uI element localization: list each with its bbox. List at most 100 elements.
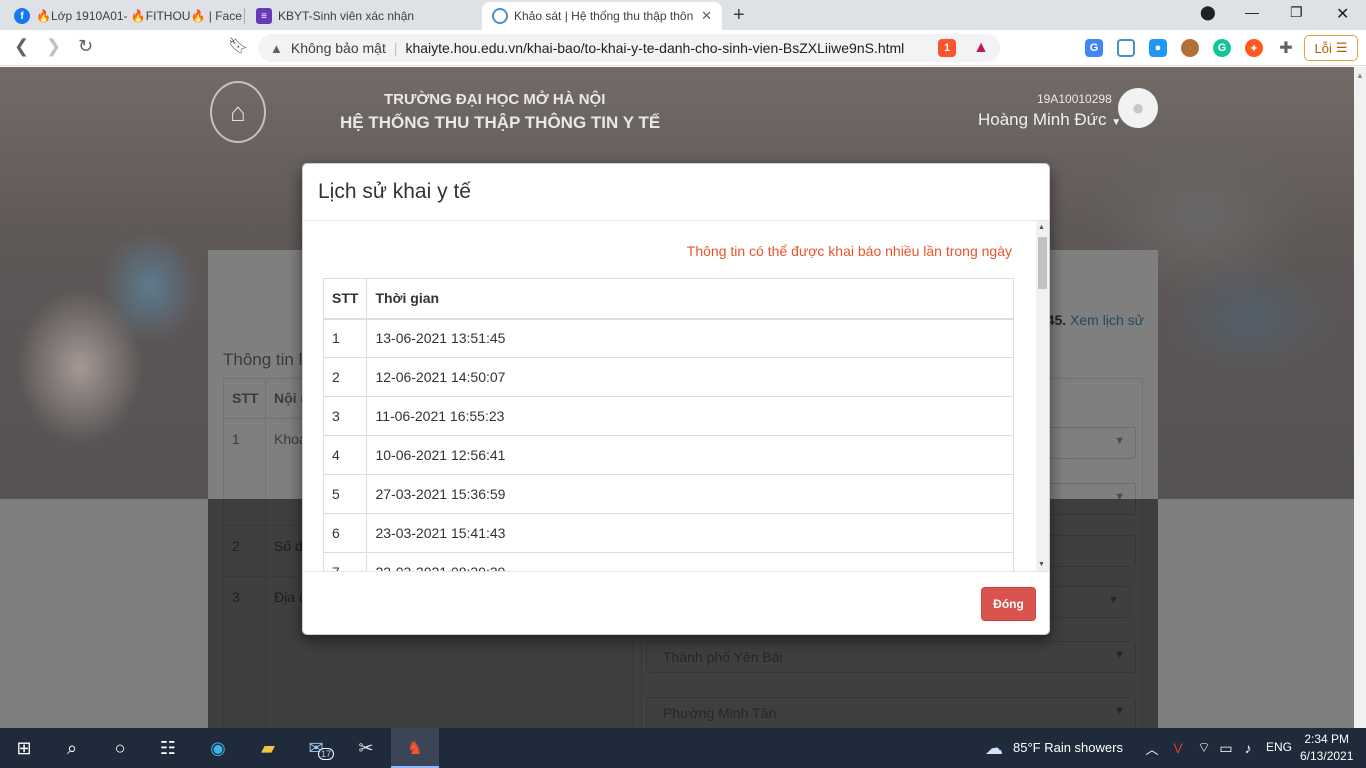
row-time: 11-06-2021 16:55:23 [366,396,1014,436]
brave-icon[interactable]: ♞ [403,736,427,760]
volume-icon[interactable]: ♪ [1236,736,1260,760]
tab-search-icon[interactable]: ⬤ [1200,4,1216,21]
error-button[interactable]: Lỗi ☰ [1304,35,1358,61]
tab-title: Khảo sát | Hệ thống thu thập thôn [514,9,694,23]
mail-icon[interactable]: ✉ 17 [304,736,335,760]
snip-icon[interactable]: ✂ [354,736,378,760]
clock[interactable]: 2:34 PM 6/13/2021 [1300,731,1353,765]
notice-text: Thông tin có thể được khai báo nhiều lần… [686,243,1012,259]
close-tab-icon[interactable]: ✕ [693,8,712,24]
site-title-university: TRƯỜNG ĐẠI HỌC MỞ HÀ NỘI [384,91,606,108]
row-stt: 2 [322,357,368,397]
windows-start-icon[interactable]: ⊞ [12,736,36,760]
scrollbar-thumb[interactable] [1038,237,1047,289]
row-time: 23-03-2021 15:41:43 [366,513,1014,553]
browser-toolbar: ❮ ❯ ↻ 🔖︎ ▲ Không bảo mật | khaiyte.hou.e… [0,30,1366,66]
tab-khao-sat[interactable]: Khảo sát | Hệ thống thu thập thôn ✕ [482,2,722,30]
back-icon[interactable]: ❮ [14,36,29,57]
restore-icon[interactable]: ❐ [1290,4,1303,21]
divider: | [393,40,398,56]
browser-tab-strip: f 🔥Lớp 1910A01- 🔥FITHOU🔥 | Facebo ≡ KBYT… [0,0,1366,30]
user-id: 19A10010298 [1037,92,1112,106]
reload-icon[interactable]: ↻ [78,36,93,57]
table-row: 3 11-06-2021 16:55:23 [322,396,1014,436]
modal-body[interactable]: Thông tin có thể được khai báo nhiều lần… [303,221,1049,571]
site-title-system: HỆ THỐNG THU THẬP THÔNG TIN Y TẾ [340,113,661,132]
weather-icon[interactable]: ☁ [982,736,1006,760]
header-stt: STT [322,278,368,320]
weather-text[interactable]: 85°F Rain showers [1013,740,1123,755]
forward-icon[interactable]: ❯ [46,36,61,57]
wifi-icon[interactable]: ⌔ [1192,736,1216,760]
table-row: 5 27-03-2021 15:36:59 [322,474,1014,514]
user-name: Hoàng Minh Đức [978,110,1107,129]
table-row: 6 23-03-2021 15:41:43 [322,513,1014,553]
url-text: khaiyte.hou.edu.vn/khai-bao/to-khai-y-te… [405,40,905,56]
grammarly-icon[interactable]: G [1213,39,1231,57]
brave-shield-icon[interactable]: 1 [938,39,956,57]
row-stt: 3 [322,396,368,436]
close-window-icon[interactable]: ✕ [1336,4,1349,24]
row-time: 27-03-2021 15:36:59 [366,474,1014,514]
cookie-icon[interactable] [1181,39,1199,57]
row-time: 10-06-2021 12:56:41 [366,435,1014,475]
hou-icon [492,8,508,24]
fire-icon[interactable]: ✦ [1245,39,1263,57]
tab-title: KBYT-Sinh viên xác nhận [278,9,415,23]
puzzle-icon[interactable]: ✚ [1277,39,1295,57]
table-header-row: STT Thời gian [322,278,1014,320]
header-time: Thời gian [366,278,1014,320]
search-icon[interactable]: ⌕ [60,736,84,760]
user-menu[interactable]: Hoàng Minh Đức ▼ [978,110,1121,130]
translate-icon[interactable]: G [1085,39,1103,57]
row-stt: 4 [322,435,368,475]
task-view-icon[interactable]: ☷ [156,736,180,760]
tab-forms[interactable]: ≡ KBYT-Sinh viên xác nhận [246,2,478,30]
new-tab-button[interactable]: + [733,4,745,27]
modal-title: Lịch sử khai y tế [318,180,471,203]
battery-icon[interactable]: ▭ [1214,736,1238,760]
warning-icon: ▲ [270,40,283,56]
modal-header: Lịch sử khai y tế [303,164,1049,221]
minimize-icon[interactable]: — [1245,4,1259,20]
tab-title: 🔥Lớp 1910A01- 🔥FITHOU🔥 | Facebo [36,9,242,23]
table-row: 722-03-2021 08:39:39 [322,552,1014,571]
table-row: 4 10-06-2021 12:56:41 [322,435,1014,475]
language-indicator[interactable]: ENG [1266,740,1292,754]
bookmark-icon[interactable]: 🔖︎ [228,36,248,56]
close-button[interactable]: Đóng [981,587,1036,621]
row-stt: 7 [322,552,368,571]
menu-icon: ☰ [1335,40,1348,55]
shield-count: 1 [943,42,951,54]
address-bar[interactable]: ▲ Không bảo mật | khaiyte.hou.edu.vn/kha… [258,34,1000,62]
cortana-icon[interactable]: ○ [108,736,132,760]
avatar[interactable]: ● [1118,88,1158,128]
row-time: 22-03-2021 08:39:39 [366,552,1014,571]
scroll-up-icon[interactable]: ▲ [1356,71,1364,80]
file-explorer-icon[interactable]: ▰ [256,736,280,760]
history-modal: Lịch sử khai y tế Thông tin có thể được … [302,163,1050,635]
modal-scrollbar[interactable]: ▲ ▼ [1036,221,1049,571]
row-time: 13-06-2021 13:51:45 [366,318,1014,358]
university-logo-icon[interactable]: ⌂ [210,81,266,143]
edge-icon[interactable]: ◉ [206,736,230,760]
clock-time: 2:34 PM [1304,732,1350,746]
vpn-icon[interactable]: V [1166,736,1190,760]
drop-icon[interactable]: ● [1149,39,1167,57]
forms-icon: ≡ [256,8,272,24]
clock-date: 6/13/2021 [1300,749,1354,763]
scroll-up-icon[interactable]: ▲ [1038,224,1045,231]
scroll-down-icon[interactable]: ▼ [1038,561,1045,568]
windows-taskbar: ⊞ ⌕ ○ ☷ ◉ ▰ ✉ 17 ✂ ♞ ☁ 85°F Rain showers… [0,728,1366,768]
history-table: STT Thời gian 1 13-06-2021 13:51:45 2 12-06… [322,278,1014,571]
extension-icon[interactable] [1117,39,1135,57]
row-stt: 1 [322,318,368,358]
tray-expand-icon[interactable]: ︿ [1140,736,1164,760]
row-stt: 6 [322,513,368,553]
tab-facebook[interactable]: f 🔥Lớp 1910A01- 🔥FITHOU🔥 | Facebo [4,2,242,30]
history-rows: 1 13-06-2021 13:51:45 2 12-06-2021 14:50:07… [322,318,1014,571]
page-scrollbar[interactable]: ▲ [1354,67,1366,728]
row-time: 12-06-2021 14:50:07 [366,357,1014,397]
brave-rewards-icon[interactable]: ▲ [972,39,990,57]
error-label: Lỗi [1314,40,1332,56]
